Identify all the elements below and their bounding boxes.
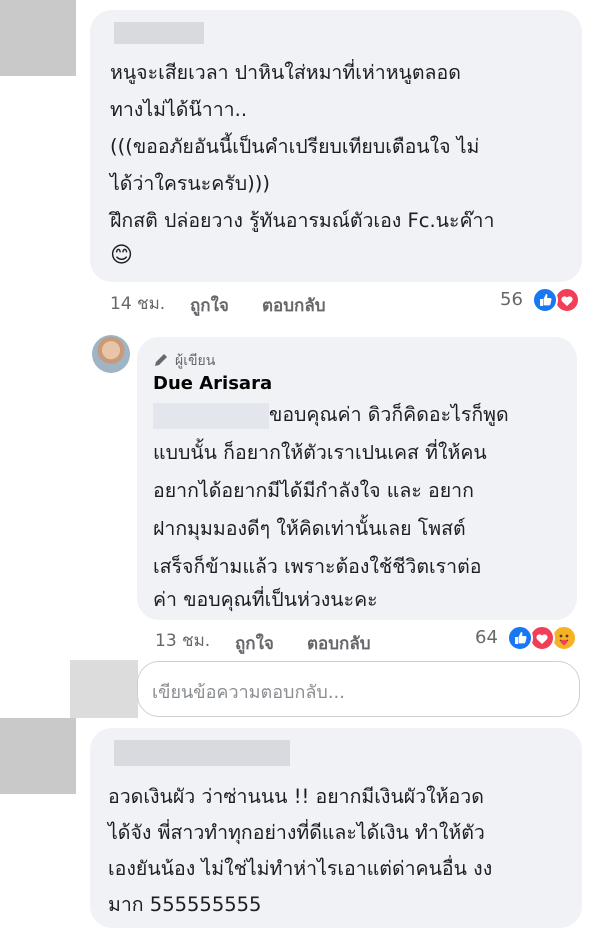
- like-action[interactable]: ถูกใจ: [235, 630, 274, 657]
- reply-text-line: ค่า ขอบคุณที่เป็นห่วงนะคะ: [153, 588, 378, 611]
- smile-emoji: 😊: [110, 243, 133, 268]
- avatar-blurred[interactable]: [0, 0, 76, 76]
- comment-text-line: ได้ว่าใครนะครับ))): [110, 172, 270, 195]
- reply-input-placeholder: เขียนข้อความตอบกลับ...: [152, 682, 345, 703]
- comment-text-line: มาก 555555555: [108, 893, 262, 916]
- reply-action[interactable]: ตอบกลับ: [307, 630, 371, 657]
- author-name-blurred[interactable]: [114, 740, 290, 766]
- mentioned-name-blurred[interactable]: [153, 403, 269, 429]
- reaction-count[interactable]: 64: [475, 627, 498, 648]
- reaction-count[interactable]: 56: [500, 289, 523, 310]
- comment-bubble: อวดเงินผัว ว่าซ่านนน !! อยากมีเงินผัวให้…: [90, 728, 582, 928]
- reply-text-line: ขอบคุณค่า ดิวก็คิดอะไรก็พูด: [269, 403, 509, 426]
- timestamp[interactable]: 13 ชม.: [155, 627, 210, 654]
- current-user-avatar-blurred: [70, 660, 138, 718]
- comment-bubble: หนูจะเสียเวลา ปาหินใส่หมาที่เห่าหนูตลอด …: [90, 10, 582, 282]
- reply-action[interactable]: ตอบกลับ: [262, 292, 326, 319]
- reply-text-line: ฝากมุมมองดีๆ ให้คิดเท่านั้นเลย โพสต์: [153, 517, 466, 540]
- like-icon[interactable]: [507, 625, 533, 651]
- author-badge-label: ผู้เขียน: [175, 353, 216, 369]
- comment-text-line: ทางไม่ได้น๊าาา..: [110, 98, 248, 121]
- comment-text-line: หนูจะเสียเวลา ปาหินใส่หมาที่เห่าหนูตลอด: [110, 61, 461, 84]
- comment-text-line: เองยันน้อง ไม่ใช่ไม่ทำห่าไรเอาแต่ด่าคนอื…: [108, 857, 493, 880]
- author-avatar[interactable]: [92, 335, 130, 373]
- pencil-icon: [155, 354, 167, 366]
- comment-text-line: ได้จัง พี่สาวทำทุกอย่างที่ดีและได้เงิน ท…: [108, 821, 485, 844]
- reply-text-line: เสร็จก็ข้ามแล้ว เพราะต้องใช้ชีวิตเราต่อ: [153, 555, 482, 578]
- like-action[interactable]: ถูกใจ: [190, 292, 229, 319]
- author-name-blurred[interactable]: [114, 22, 204, 44]
- author-name[interactable]: Due Arisara: [153, 373, 272, 394]
- comment-text-line: อวดเงินผัว ว่าซ่านนน !! อยากมีเงินผัวให้…: [108, 785, 484, 808]
- avatar-blurred[interactable]: [0, 718, 76, 794]
- reply-text-line: แบบนั้น ก็อยากให้ตัวเราเปนเคส ที่ให้คน: [153, 441, 487, 464]
- reply-text-line: อยากได้อยากมีได้มีกำลังใจ และ อยาก: [153, 479, 474, 502]
- comment-text-line: ฝึกสติ ปล่อยวาง รู้ทันอารมณ์ตัวเอง Fc.นะ…: [110, 209, 495, 232]
- reply-input[interactable]: เขียนข้อความตอบกลับ...: [137, 661, 580, 717]
- reply-bubble: ผู้เขียน Due Arisara ขอบคุณค่า ดิวก็คิดอ…: [137, 337, 577, 620]
- like-icon[interactable]: [532, 287, 558, 313]
- comment-text-line: (((ขออภัยอันนี้เป็นคำเปรียบเทียบเตือนใจ …: [110, 135, 480, 158]
- timestamp[interactable]: 14 ชม.: [110, 290, 165, 317]
